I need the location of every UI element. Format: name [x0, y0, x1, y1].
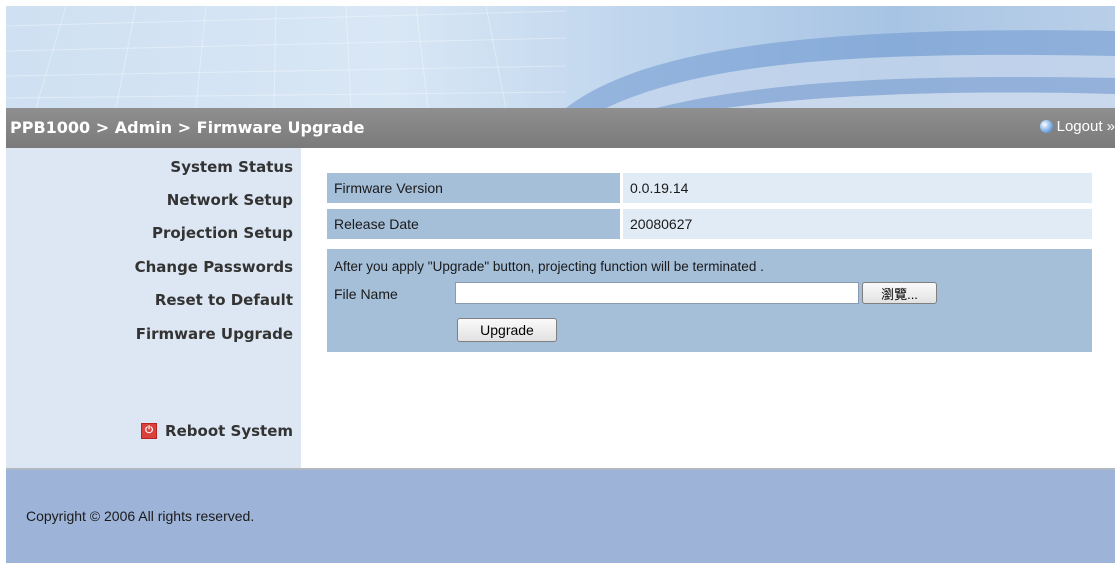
sidebar-item-network-setup[interactable]: Network Setup — [167, 191, 293, 209]
sidebar-item-change-passwords[interactable]: Change Passwords — [135, 258, 293, 276]
sidebar-item-system-status[interactable]: System Status — [170, 158, 293, 176]
firmware-version-value: 0.0.19.14 — [623, 173, 1092, 203]
browse-button[interactable]: 瀏覽... — [862, 282, 937, 304]
release-date-value: 20080627 — [623, 209, 1092, 239]
logout-link[interactable]: Logout » — [1039, 118, 1115, 135]
file-name-input[interactable] — [455, 282, 859, 304]
sidebar: System Status Network Setup Projection S… — [6, 148, 301, 468]
sidebar-item-reset-to-default[interactable]: Reset to Default — [155, 291, 293, 309]
logout-icon — [1039, 120, 1053, 133]
reboot-system-link[interactable]: ⏻ Reboot System — [141, 422, 293, 440]
release-date-label: Release Date — [327, 209, 620, 239]
sidebar-item-firmware-upgrade[interactable]: Firmware Upgrade — [136, 325, 293, 343]
header-banner — [6, 6, 1115, 108]
firmware-version-row: Firmware Version 0.0.19.14 — [327, 173, 1092, 203]
footer: Copyright © 2006 All rights reserved. — [6, 470, 1115, 563]
file-name-label: File Name — [334, 286, 398, 302]
logout-label: Logout » — [1056, 118, 1115, 135]
breadcrumb: PPB1000 > Admin > Firmware Upgrade — [10, 118, 365, 137]
upgrade-button[interactable]: Upgrade — [457, 318, 557, 342]
banner-decoration — [6, 6, 1115, 108]
title-bar: PPB1000 > Admin > Firmware Upgrade Logou… — [6, 108, 1115, 148]
copyright-text: Copyright © 2006 All rights reserved. — [26, 508, 255, 524]
firmware-version-label: Firmware Version — [327, 173, 620, 203]
power-icon: ⏻ — [141, 423, 158, 439]
upgrade-section: After you apply "Upgrade" button, projec… — [327, 249, 1092, 352]
reboot-label: Reboot System — [165, 422, 293, 440]
release-date-row: Release Date 20080627 — [327, 209, 1092, 239]
sidebar-item-projection-setup[interactable]: Projection Setup — [152, 224, 293, 242]
upgrade-notice: After you apply "Upgrade" button, projec… — [334, 259, 764, 274]
